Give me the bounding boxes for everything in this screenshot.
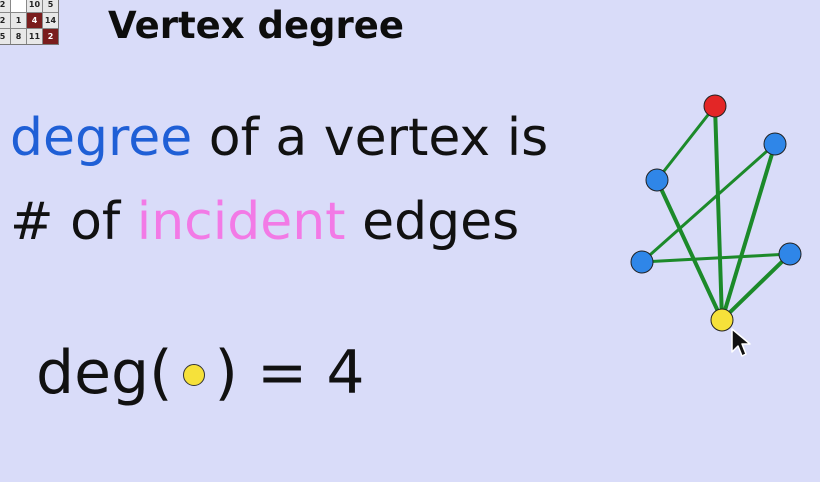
- incident-term: incident: [136, 192, 346, 252]
- definition-line-2: # of incident edges: [10, 192, 519, 252]
- logo-cell: 4: [27, 13, 42, 28]
- logo-grid: 2 10 5 2 1 4 14 5 8 11 2: [0, 0, 59, 45]
- logo-cell: 2: [0, 13, 10, 28]
- definition-line-1-rest: of a vertex is: [192, 108, 549, 168]
- edge-red-selected: [713, 104, 724, 322]
- logo-cell: 14: [43, 13, 58, 28]
- vertex-red[interactable]: [703, 94, 727, 118]
- degree-formula: deg( ) = 4: [36, 338, 365, 408]
- formula-suffix: ) = 4: [214, 338, 365, 408]
- logo-cell: 8: [11, 29, 26, 44]
- logo-cell: 1: [11, 13, 26, 28]
- edge-lower-left-lower-right: [640, 252, 792, 264]
- graph-diagram: [630, 94, 802, 332]
- vertex-upper-right[interactable]: [763, 132, 787, 156]
- logo-cell: [11, 0, 26, 12]
- definition-line-1: degree of a vertex is: [10, 108, 548, 168]
- logo-cell: 11: [27, 29, 42, 44]
- vertex-lower-left[interactable]: [630, 250, 654, 274]
- vertex-lower-right[interactable]: [778, 242, 802, 266]
- edge-upper-right-lower-left: [640, 142, 777, 264]
- definition-line-2-before: # of: [10, 192, 137, 252]
- logo-cell: 5: [43, 0, 58, 12]
- edge-red-upper-left: [655, 104, 717, 182]
- formula-prefix: deg(: [36, 338, 173, 408]
- vertex-upper-left[interactable]: [645, 168, 669, 192]
- definition-line-2-after: edges: [345, 192, 520, 252]
- selected-vertex-symbol: [182, 364, 205, 386]
- logo-cell: 10: [27, 0, 42, 12]
- vertex-selected[interactable]: [710, 308, 734, 332]
- logo-cell: 2: [0, 0, 10, 12]
- mouse-pointer-icon: [731, 328, 751, 357]
- logo-cell: 5: [0, 29, 10, 44]
- degree-term: degree: [10, 108, 193, 168]
- slide-title: Vertex degree: [108, 4, 404, 47]
- logo-cell: 2: [43, 29, 58, 44]
